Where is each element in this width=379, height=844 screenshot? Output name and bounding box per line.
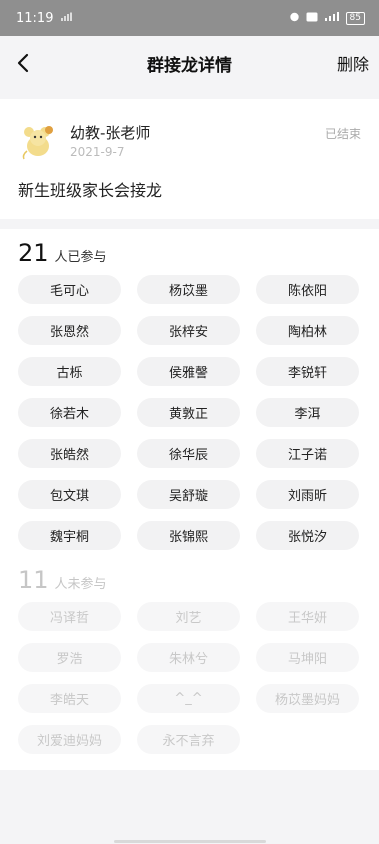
page-title: 群接龙详情 — [147, 55, 232, 76]
participant-chip: 侯雅謦 — [137, 357, 240, 386]
cellular-signal-icon — [324, 11, 340, 25]
participant-chip: 包文琪 — [18, 480, 121, 509]
battery-level: 85 — [349, 12, 361, 23]
alarm-icon — [289, 11, 300, 25]
participant-chip: 徐华辰 — [137, 439, 240, 468]
avatar[interactable] — [18, 121, 58, 161]
participants-section: 21 人已参与 毛可心 杨苡墨 陈依阳张恩然 张梓安 陶柏林古栎 侯雅謦 李锐轩徐若木 黄敦正… — [0, 229, 379, 778]
participant-chip: 李洱 — [256, 398, 359, 427]
participant-chip: 张梓安 — [137, 316, 240, 345]
non-participant-chip: 罗浩 — [18, 643, 121, 672]
participant-chip: 陶柏林 — [256, 316, 359, 345]
non-participant-chip: 杨苡墨妈妈 — [256, 684, 359, 713]
home-indicator[interactable] — [114, 840, 266, 843]
author-name: 幼教-张老师 — [70, 124, 151, 142]
status-bar: 11:19 85 — [0, 0, 379, 36]
author-row: 幼教-张老师 2021-9-7 已结束 — [18, 121, 361, 161]
delete-button[interactable]: 删除 — [337, 51, 369, 75]
participant-chip: 张恩然 — [18, 316, 121, 345]
jielong-title: 新生班级家长会接龙 — [18, 181, 163, 200]
mouse-cartoon-icon — [22, 126, 53, 160]
participant-chip: 吴舒璇 — [137, 480, 240, 509]
participant-chip: 江子诺 — [256, 439, 359, 468]
joined-count-line: 21 人已参与 — [18, 239, 361, 267]
chevron-left-icon — [17, 53, 29, 73]
back-button[interactable] — [8, 48, 38, 78]
participant-chip: 刘雨昕 — [256, 480, 359, 509]
participant-chip: 张皓然 — [18, 439, 121, 468]
non-participant-chip: 永不言弃 — [137, 725, 240, 754]
not-joined-section: 11 人未参与 冯译哲 刘艺 王华妍罗浩 朱林兮 马坤阳李皓天 ^_^ 杨苡墨妈妈刘爱迪妈妈… — [18, 550, 361, 766]
non-participant-chip: ^_^ — [137, 684, 240, 713]
bottom-area — [0, 770, 379, 844]
non-participant-chip: 李皓天 — [18, 684, 121, 713]
non-participant-chip: 刘艺 — [137, 602, 240, 631]
clock: 11:19 — [16, 10, 54, 26]
hd-icon — [306, 12, 318, 25]
participant-chip: 杨苡墨 — [137, 275, 240, 304]
not-joined-label: 人未参与 — [54, 577, 107, 592]
participant-chip: 陈依阳 — [256, 275, 359, 304]
participant-chip: 毛可心 — [18, 275, 121, 304]
non-participant-chip: 朱林兮 — [137, 643, 240, 672]
non-participant-chip: 冯译哲 — [18, 602, 121, 631]
participant-chip: 黄敦正 — [137, 398, 240, 427]
joined-count: 21 — [18, 239, 49, 267]
participant-chip: 徐若木 — [18, 398, 121, 427]
non-participant-chip: 王华妍 — [256, 602, 359, 631]
battery-icon: 85 — [345, 11, 365, 25]
participant-chip: 李锐轩 — [256, 357, 359, 386]
post-card: 幼教-张老师 2021-9-7 已结束 新生班级家长会接龙 — [0, 99, 379, 219]
post-date: 2021-9-7 — [70, 145, 125, 159]
not-joined-count: 11 — [18, 566, 49, 594]
participant-chip: 魏宇桐 — [18, 521, 121, 550]
joined-list: 毛可心 杨苡墨 陈依阳张恩然 张梓安 陶柏林古栎 侯雅謦 李锐轩徐若木 黄敦正 李洱张皓然 徐华辰… — [18, 275, 361, 550]
participant-chip: 古栎 — [18, 357, 121, 386]
joined-label: 人已参与 — [54, 250, 107, 265]
non-participant-chip: 马坤阳 — [256, 643, 359, 672]
participant-chip: 张悦汐 — [256, 521, 359, 550]
not-joined-list: 冯译哲 刘艺 王华妍罗浩 朱林兮 马坤阳李皓天 ^_^ 杨苡墨妈妈刘爱迪妈妈 永不言弃 — [18, 602, 361, 754]
status-badge: 已结束 — [324, 127, 361, 141]
participant-chip: 张锦熙 — [137, 521, 240, 550]
not-joined-count-line: 11 人未参与 — [18, 566, 361, 594]
navigation-bar: 群接龙详情 删除 — [0, 36, 379, 90]
non-participant-chip: 刘爱迪妈妈 — [18, 725, 121, 754]
signal-activity-icon — [61, 11, 73, 26]
